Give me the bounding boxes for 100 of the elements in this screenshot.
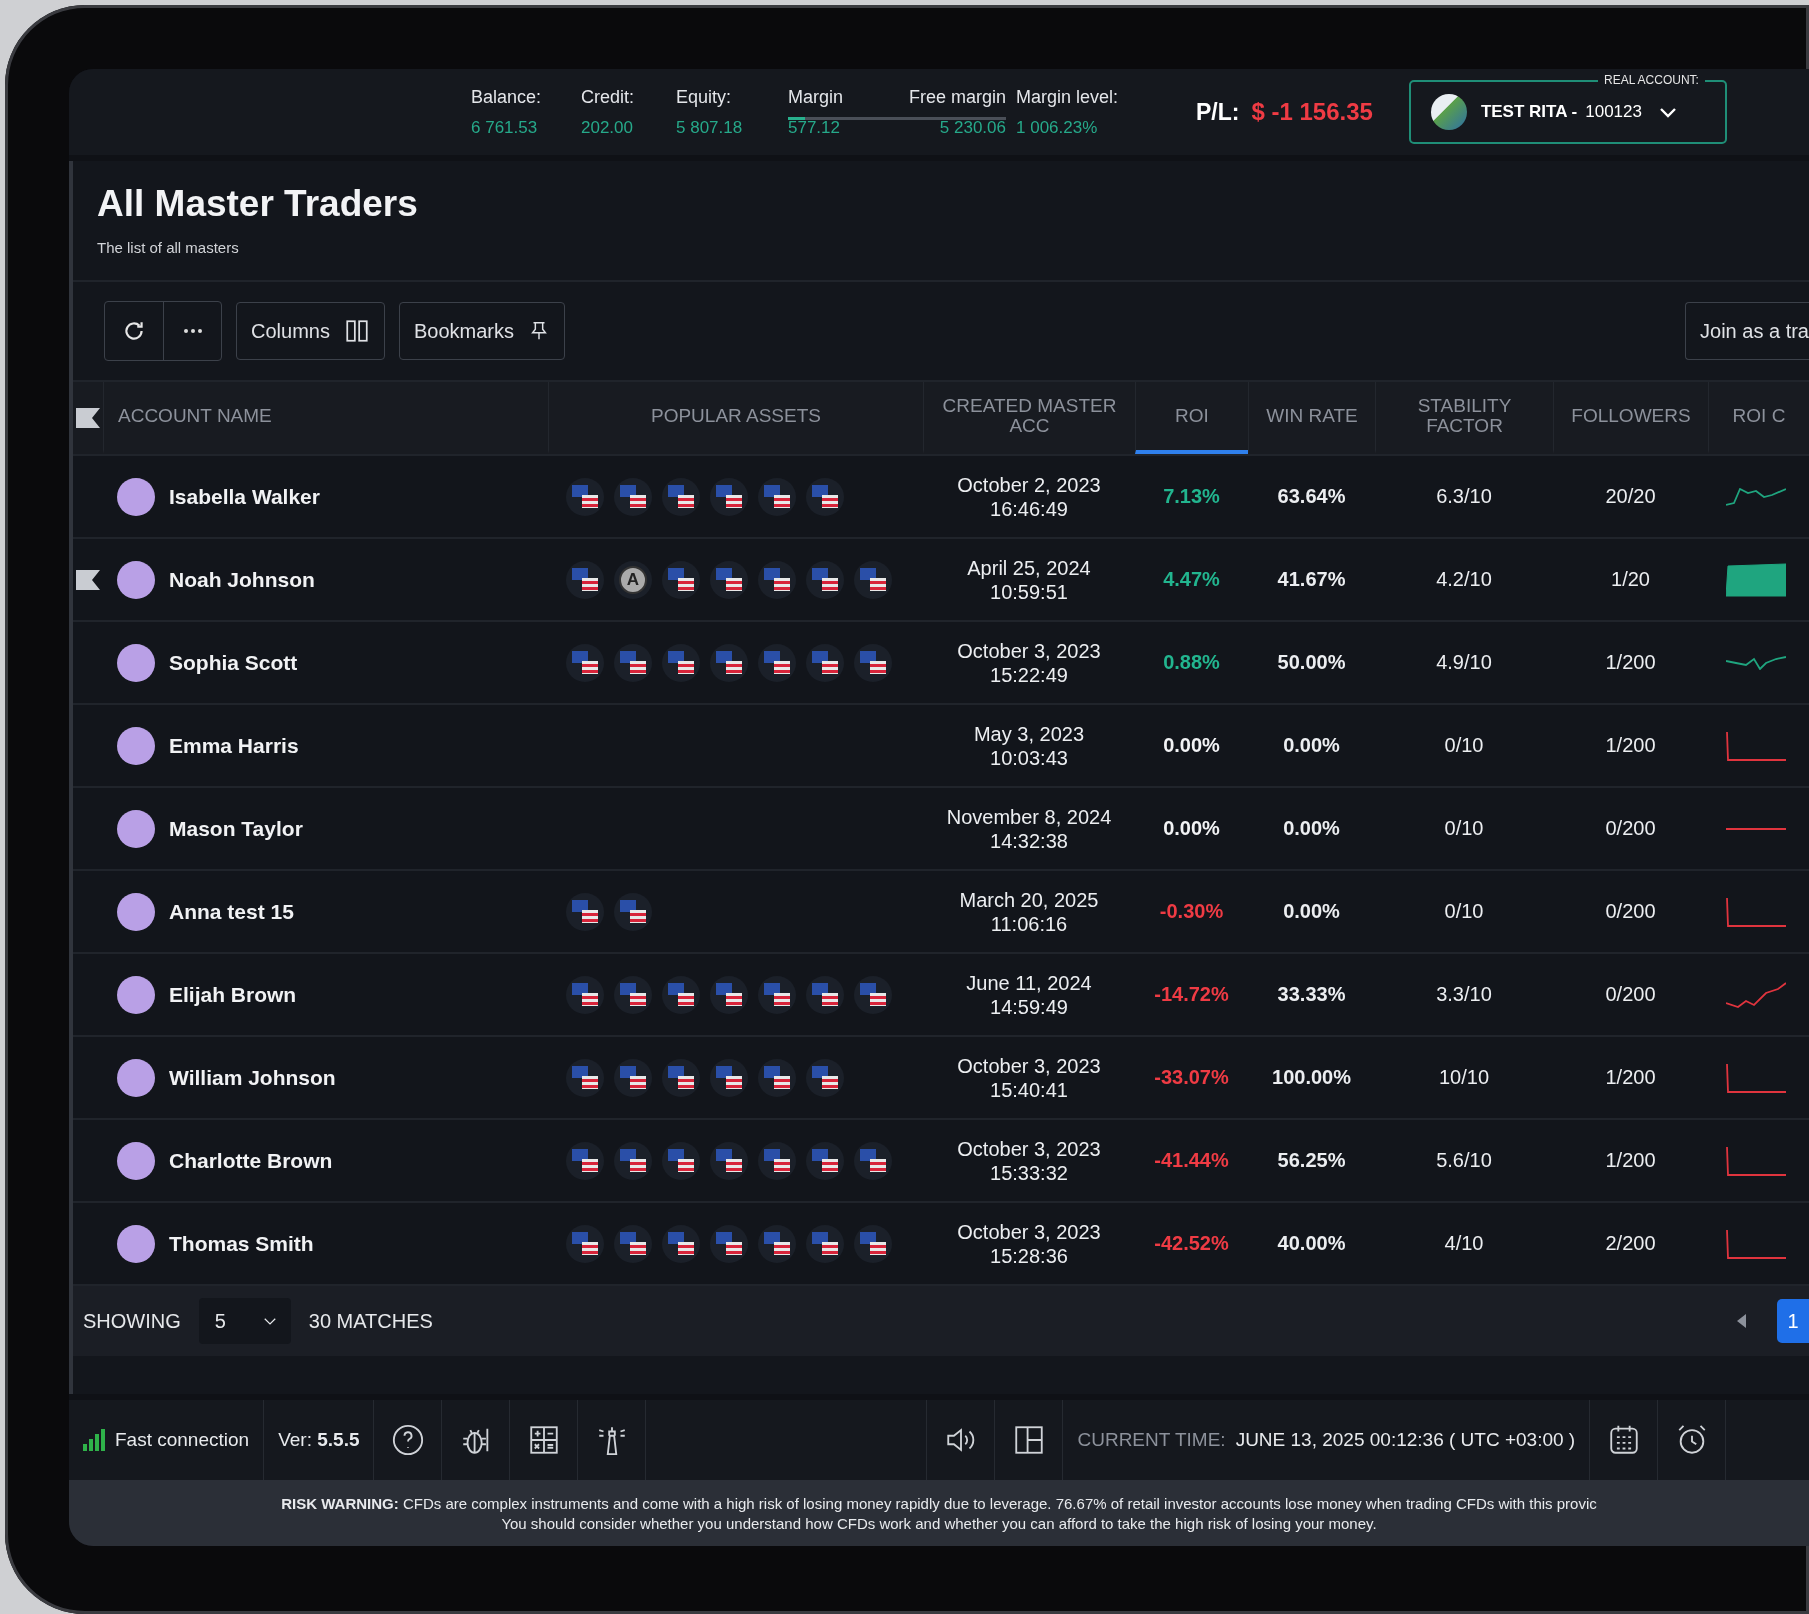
currency-flags-icon	[572, 983, 598, 1006]
avatar	[117, 975, 155, 1014]
avatar	[117, 560, 155, 599]
stability-factor: 4/10	[1443, 1232, 1485, 1255]
matches-count: 30 MATCHES	[308, 1309, 433, 1333]
join-button[interactable]: Join as a tra	[1685, 302, 1809, 360]
roi-value: 0.00%	[1162, 734, 1221, 757]
stability-factor: 3.3/10	[1435, 983, 1493, 1006]
currency-flags-icon	[572, 1149, 598, 1172]
currency-flags-icon	[620, 651, 646, 674]
win-rate: 0.00%	[1282, 734, 1341, 757]
currency-flags-icon	[716, 983, 742, 1006]
bookmark-flag-icon[interactable]	[76, 569, 100, 590]
currency-flags-icon	[812, 1232, 838, 1255]
bookmark-flag-icon[interactable]	[76, 408, 100, 428]
account-name[interactable]: William Johnson	[169, 1065, 336, 1090]
stat-label: Credit:	[581, 86, 635, 108]
account-name[interactable]: Emma Harris	[169, 733, 299, 758]
currency-flags-icon	[860, 651, 886, 674]
risk-warning-text: You should consider whether you understand how CFDs work and whether you can afford to take the high risk of losing your money.	[501, 1514, 1377, 1532]
account-name[interactable]: Thomas Smith	[169, 1231, 314, 1256]
followers-count: 1/200	[1604, 1149, 1657, 1172]
account-name[interactable]: Sophia Scott	[169, 650, 298, 675]
asset-letter: A	[619, 565, 647, 594]
columns-button[interactable]: Columns	[236, 302, 385, 360]
win-rate: 56.25%	[1276, 1149, 1347, 1172]
currency-flags-icon	[716, 1066, 742, 1089]
current-time-value: JUNE 13, 2025 00:12:36 ( UTC +03:00 )	[1235, 1429, 1576, 1451]
currency-flags-icon	[812, 485, 838, 508]
account-name[interactable]: Noah Johnson	[169, 567, 315, 592]
avatar	[117, 1141, 155, 1180]
help-icon	[391, 1423, 425, 1457]
stability-factor: 0/10	[1443, 900, 1485, 923]
roi-value: -42.52%	[1153, 1232, 1230, 1255]
currency-flags-icon	[764, 1232, 790, 1255]
currency-flags-icon	[860, 1232, 886, 1255]
currency-flags-icon	[668, 568, 694, 591]
account-name[interactable]: Elijah Brown	[169, 982, 297, 1007]
win-rate: 63.64%	[1276, 485, 1347, 508]
page-size-select[interactable]: 5	[198, 1298, 291, 1344]
calculator-icon	[527, 1423, 561, 1457]
win-rate: 41.67%	[1276, 568, 1347, 591]
stability-factor: 5.6/10	[1435, 1149, 1493, 1172]
avatar	[117, 892, 155, 931]
account-name[interactable]: Mason Taylor	[169, 816, 303, 841]
roi-value: 0.00%	[1162, 817, 1221, 840]
stability-factor: 10/10	[1437, 1066, 1491, 1089]
currency-flags-icon	[668, 1232, 694, 1255]
version-label: Ver: 5.5.5	[278, 1429, 360, 1451]
currency-flags-icon	[860, 1149, 886, 1172]
avatar	[117, 1224, 155, 1263]
stability-factor: 0/10	[1443, 734, 1485, 757]
followers-count: 0/200	[1604, 983, 1657, 1006]
stat-label: Balance:	[471, 86, 543, 108]
followers-count: 0/200	[1604, 817, 1657, 840]
previous-page-icon[interactable]	[1737, 1314, 1747, 1328]
bookmarks-button[interactable]: Bookmarks	[398, 302, 565, 360]
created-date: March 20, 2025 11:06:16	[958, 887, 1100, 936]
currency-flags-icon	[716, 568, 742, 591]
pl-value: $ -1 156.35	[1251, 98, 1373, 126]
currency-flags-icon	[812, 1149, 838, 1172]
currency-flags-icon	[764, 651, 790, 674]
created-date: June 11, 2024 14:59:49	[965, 970, 1093, 1019]
stat-label: Equity:	[676, 86, 733, 108]
account-name[interactable]: Anna test 15	[169, 899, 294, 924]
created-date: October 3, 2023 15:33:32	[956, 1136, 1102, 1185]
stability-factor: 6.3/10	[1435, 485, 1493, 508]
stat-value: 1 006.23%	[1016, 117, 1099, 138]
currency-flags-icon	[620, 900, 646, 923]
created-date: October 3, 2023 15:22:49	[956, 638, 1102, 687]
roi-value: -33.07%	[1153, 1066, 1230, 1089]
stat-label: Free margin	[907, 86, 1006, 108]
currency-flags-icon	[620, 1066, 646, 1089]
showing-label: SHOWING	[83, 1309, 181, 1333]
followers-count: 2/200	[1604, 1232, 1657, 1255]
win-rate: 0.00%	[1282, 817, 1341, 840]
followers-count: 20/20	[1604, 485, 1657, 508]
roi-value: -0.30%	[1158, 900, 1225, 923]
page-button[interactable]: 1	[1777, 1299, 1809, 1343]
stability-factor: 4.2/10	[1435, 568, 1493, 591]
account-avatar	[1430, 94, 1467, 130]
win-rate: 33.33%	[1276, 983, 1347, 1006]
stability-factor: 0/10	[1443, 817, 1485, 840]
currency-flags-icon	[716, 1149, 742, 1172]
roi-value: 0.88%	[1162, 651, 1221, 674]
created-date: November 8, 2024 14:32:38	[945, 804, 1113, 853]
currency-flags-icon	[668, 485, 694, 508]
currency-flags-icon	[764, 983, 790, 1006]
account-name: TEST RITA -	[1480, 102, 1578, 122]
currency-flags-icon	[716, 485, 742, 508]
roi-value: 4.47%	[1162, 568, 1221, 591]
currency-flags-icon	[812, 983, 838, 1006]
roi-value: 7.13%	[1162, 485, 1221, 508]
currency-flags-icon	[620, 1149, 646, 1172]
ellipsis-icon	[182, 328, 203, 334]
current-time-label: CURRENT TIME:	[1077, 1429, 1226, 1451]
account-name[interactable]: Charlotte Brown	[169, 1148, 333, 1173]
roi-value: -41.44%	[1153, 1149, 1230, 1172]
account-name[interactable]: Isabella Walker	[169, 484, 320, 509]
currency-flags-icon	[620, 485, 646, 508]
